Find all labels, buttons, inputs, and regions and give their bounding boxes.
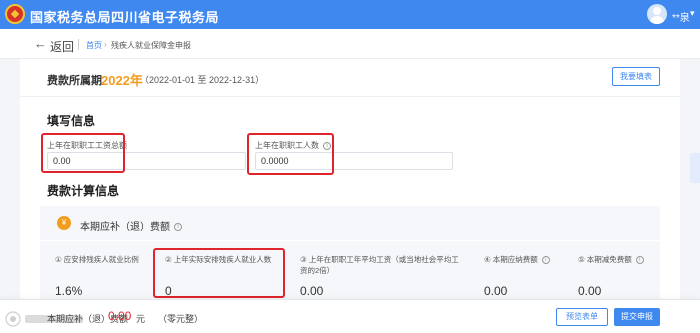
- calc-col-label: ① 应安排残疾人就业比例: [55, 255, 139, 264]
- arrow-left-icon[interactable]: ←: [34, 36, 47, 51]
- footer-amount-value: 0.00: [108, 309, 132, 323]
- calc-col-value: 0.00: [578, 284, 602, 298]
- info-circle-icon[interactable]: i: [174, 223, 182, 232]
- breadcrumb-home-link[interactable]: 首页: [86, 40, 102, 51]
- calc-col-value: 1.6%: [55, 284, 83, 298]
- employee-count-label-text: 上年在职职工人数: [255, 141, 319, 150]
- back-button[interactable]: 返回: [50, 38, 74, 55]
- calc-col-label: ③ 上年在职职工年平均工资（或当地社会平均工资的2倍）: [300, 255, 459, 275]
- divider: [20, 96, 680, 97]
- calc-panel-title: 本期应补（退）费额 i: [80, 218, 182, 233]
- period-range: （2022-01-01 至 2022-12-31）: [140, 75, 265, 85]
- calc-panel-title-text: 本期应补（退）费额: [80, 222, 170, 233]
- user-name[interactable]: **泉: [672, 9, 690, 24]
- salary-total-input[interactable]: [47, 152, 246, 170]
- chevron-down-icon[interactable]: ▾: [690, 8, 695, 19]
- footer-amount-unit: 元: [136, 314, 146, 324]
- salary-total-label: 上年在职职工工资总额: [47, 141, 127, 150]
- employee-count-input[interactable]: [255, 152, 453, 170]
- divider: [40, 240, 660, 241]
- info-circle-icon[interactable]: i: [541, 256, 550, 265]
- top-bar: 国家税务总局四川省电子税务局 **泉 ▾: [0, 0, 700, 29]
- footer-amount-words: （零元整）: [158, 314, 204, 324]
- calc-col-label: ② 上年实际安排残疾人就业人数: [165, 255, 272, 264]
- calc-col-label-text: ⑤ 本期减免费额: [578, 255, 632, 264]
- calc-col-value: 0.00: [484, 284, 508, 298]
- calc-col-label-text: ④ 本期应纳费额: [484, 255, 538, 264]
- side-float-tab[interactable]: [690, 153, 700, 183]
- fill-info-title: 填写信息: [47, 114, 96, 128]
- period-year: 2022年: [101, 73, 143, 88]
- period-label: 费款所属期: [47, 75, 102, 87]
- calc-col-label: ⑤ 本期减免费额 i: [578, 254, 658, 265]
- yen-coin-icon: ¥: [57, 216, 71, 230]
- employee-count-label: 上年在职职工人数 i: [255, 140, 331, 151]
- calc-info-title: 费款计算信息: [47, 184, 120, 198]
- info-circle-icon[interactable]: i: [323, 141, 331, 150]
- breadcrumb-current: 残疾人就业保障金申报: [111, 41, 191, 50]
- info-circle-icon[interactable]: i: [635, 256, 644, 265]
- preview-form-button[interactable]: 预览表单: [556, 308, 608, 326]
- breadcrumb-bar: ← 返回 首页 › 残疾人就业保障金申报: [0, 29, 700, 59]
- calc-col-value: 0.00: [300, 284, 324, 298]
- calc-col-value: 0: [165, 284, 172, 298]
- site-title: 国家税务总局四川省电子税务局: [30, 10, 220, 25]
- divider: [78, 39, 79, 50]
- calc-col-label: ④ 本期应纳费额 i: [484, 254, 564, 265]
- fill-form-button[interactable]: 我要填表: [612, 67, 660, 86]
- breadcrumb-separator: ›: [104, 40, 107, 49]
- user-avatar-icon[interactable]: [647, 4, 667, 24]
- submit-declaration-button[interactable]: 提交申报: [614, 308, 660, 326]
- tax-emblem-icon: [5, 4, 25, 24]
